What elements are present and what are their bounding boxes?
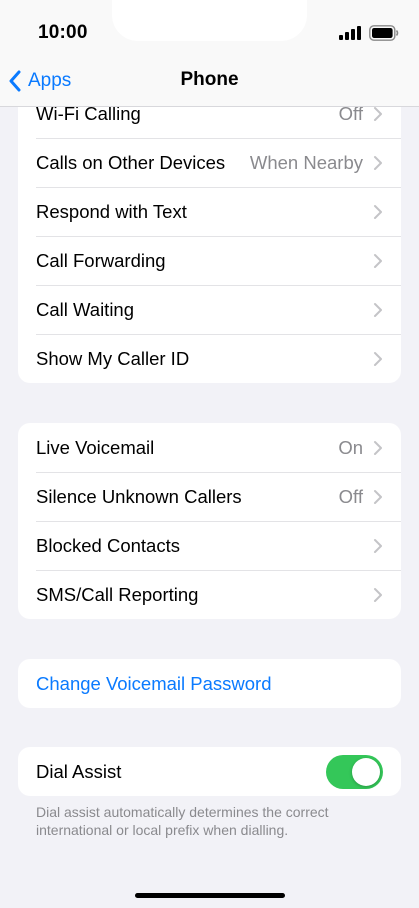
dial-assist-footnote: Dial assist automatically determines the… — [36, 804, 329, 838]
row-label: Blocked Contacts — [36, 534, 180, 556]
blocked-contacts-row[interactable]: Blocked Contacts — [18, 521, 401, 570]
page-title: Phone — [180, 69, 239, 90]
phone-settings-screen: Wi-Fi Calling Off Calls on Other Devices… — [0, 0, 419, 908]
cellular-signal-icon — [339, 26, 361, 40]
row-label: Silence Unknown Callers — [36, 485, 242, 507]
row-label: SMS/Call Reporting — [36, 583, 199, 605]
chevron-right-icon — [374, 155, 382, 170]
respond-with-text-row[interactable]: Respond with Text — [18, 187, 401, 236]
status-bar: 10:00 — [0, 0, 419, 66]
chevron-right-icon — [374, 204, 382, 219]
chevron-right-icon — [374, 440, 382, 455]
dial-assist-toggle[interactable] — [326, 755, 383, 789]
voicemail-callers-group: Live Voicemail On Silence Unknown Caller… — [18, 423, 401, 619]
row-label: Respond with Text — [36, 200, 187, 222]
dial-assist-group: Dial Assist — [18, 747, 401, 796]
voicemail-password-group: Change Voicemail Password — [18, 659, 401, 708]
sms-call-reporting-row[interactable]: SMS/Call Reporting — [18, 570, 401, 619]
chevron-right-icon — [374, 253, 382, 268]
chevron-right-icon — [374, 489, 382, 504]
dynamic-island — [112, 0, 307, 41]
row-value: On — [338, 436, 363, 458]
silence-unknown-callers-row[interactable]: Silence Unknown Callers Off — [18, 472, 401, 521]
chevron-right-icon — [374, 106, 382, 121]
row-label: Call Waiting — [36, 298, 135, 320]
row-value: Off — [338, 485, 363, 507]
home-indicator[interactable] — [135, 893, 285, 898]
calling-settings-group: Wi-Fi Calling Off Calls on Other Devices… — [18, 89, 401, 383]
call-waiting-row[interactable]: Call Waiting — [18, 285, 401, 334]
show-my-caller-id-row[interactable]: Show My Caller ID — [18, 334, 401, 383]
row-label: Call Forwarding — [36, 249, 166, 271]
chevron-right-icon — [374, 587, 382, 602]
change-voicemail-password-button[interactable]: Change Voicemail Password — [18, 659, 401, 708]
row-label: Show My Caller ID — [36, 347, 190, 369]
toggle-knob — [352, 758, 380, 786]
dial-assist-row: Dial Assist — [18, 747, 401, 796]
row-label: Change Voicemail Password — [36, 672, 272, 694]
chevron-right-icon — [374, 538, 382, 553]
battery-icon — [369, 25, 399, 41]
live-voicemail-row[interactable]: Live Voicemail On — [18, 423, 401, 472]
call-forwarding-row[interactable]: Call Forwarding — [18, 236, 401, 285]
chevron-right-icon — [374, 351, 382, 366]
row-value: When Nearby — [249, 151, 363, 173]
chevron-right-icon — [374, 302, 382, 317]
status-time: 10:00 — [38, 22, 88, 43]
row-label: Live Voicemail — [36, 436, 155, 458]
calls-on-other-devices-row[interactable]: Calls on Other Devices When Nearby — [18, 138, 401, 187]
row-label: Calls on Other Devices — [36, 151, 226, 173]
